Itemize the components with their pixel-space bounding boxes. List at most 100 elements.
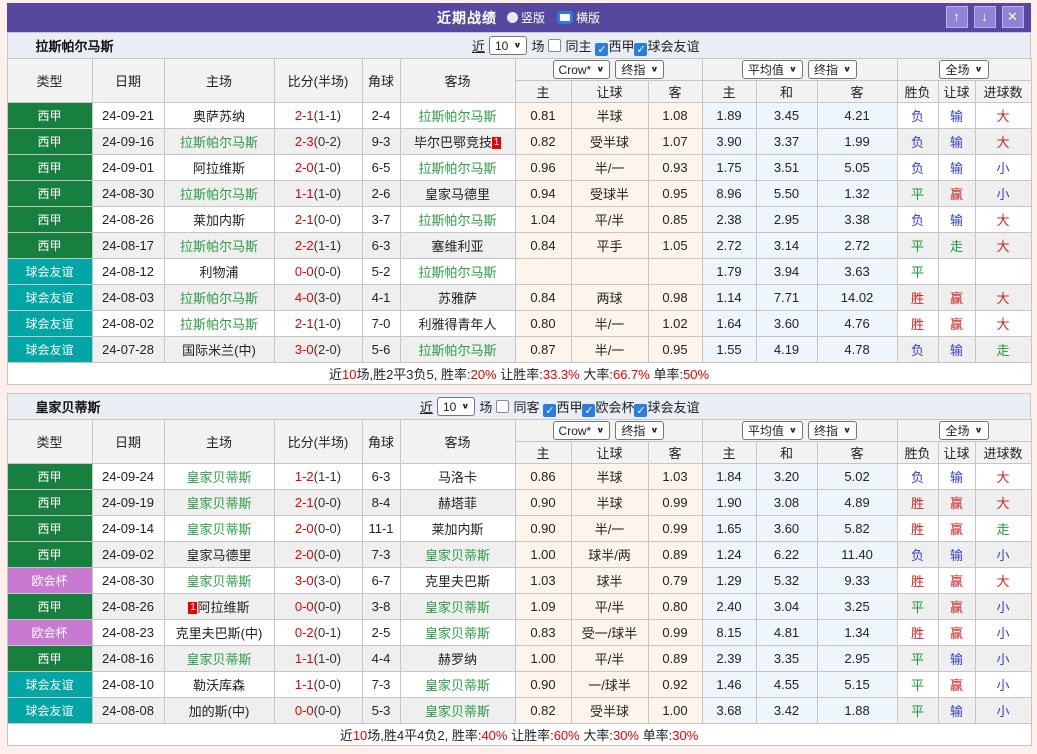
league-label: 西甲 xyxy=(608,39,634,54)
radio-selected-icon[interactable] xyxy=(557,11,573,24)
summary-text: 近10场,胜4平4负2, 胜率:40% 让胜率:60% 大率:30% 单率:30… xyxy=(7,724,1031,746)
result-goals-cell: 大 xyxy=(975,233,1031,259)
match-row: 球会友谊24-08-02拉斯帕尔马斯2-1(1-0)7-0利雅得青年人0.80半… xyxy=(7,311,1031,337)
same-venue-checkbox[interactable] xyxy=(548,39,561,52)
near-link[interactable]: 近 xyxy=(420,397,433,416)
result-handicap-cell: 输 xyxy=(938,698,975,724)
home-team-cell: 皇家马德里 xyxy=(164,542,274,568)
avg-select[interactable]: 平均值∨ xyxy=(742,421,803,440)
home-team-cell: 拉斯帕尔马斯 xyxy=(164,233,274,259)
avg-away-odds: 2.95 xyxy=(817,646,897,672)
handicap-away-odds: 1.08 xyxy=(648,103,702,129)
corner-cell: 9-3 xyxy=(362,129,400,155)
league-checkbox-西甲[interactable]: ✓ xyxy=(543,404,556,417)
filter-controls: 近 10∨ 场 同客 ✓西甲✓欧会杯✓球会友谊 xyxy=(420,397,700,417)
result-goals-cell: 大 xyxy=(975,207,1031,233)
avg-draw-odds: 3.42 xyxy=(756,698,817,724)
same-venue-label: 同主 xyxy=(565,36,591,55)
col-odds-away: 客 xyxy=(648,81,702,103)
odds-final-select[interactable]: 终指∨ xyxy=(615,421,664,440)
move-down-button[interactable]: ↓ xyxy=(974,6,996,28)
match-type-cell: 西甲 xyxy=(7,155,92,181)
handicap-away-odds: 0.98 xyxy=(648,285,702,311)
chevron-down-icon: ∨ xyxy=(461,402,469,411)
results-table: 类型 日期 主场 比分(半场) 角球 客场 Crow*∨ 终指∨ 平均值 xyxy=(7,58,1032,385)
score-cell: 2-3(0-2) xyxy=(274,129,362,155)
avg-draw-odds: 4.55 xyxy=(756,672,817,698)
league-checkbox-欧会杯[interactable]: ✓ xyxy=(582,404,595,417)
away-team-cell: 拉斯帕尔马斯 xyxy=(400,103,515,129)
score-cell: 2-2(1-1) xyxy=(274,233,362,259)
result-handicap-cell: 输 xyxy=(938,129,975,155)
handicap-away-odds: 0.95 xyxy=(648,181,702,207)
radio-vertical-layout[interactable]: 竖版 xyxy=(507,9,545,26)
date-cell: 24-08-03 xyxy=(92,285,164,311)
league-checkbox-西甲[interactable]: ✓ xyxy=(595,43,608,56)
result-goals-cell: 大 xyxy=(975,129,1031,155)
avg-draw-odds: 5.32 xyxy=(756,568,817,594)
handicap-line: 平/半 xyxy=(571,594,648,620)
handicap-home-odds: 0.90 xyxy=(515,490,571,516)
avg-home-odds: 1.89 xyxy=(702,103,756,129)
handicap-line: 平/半 xyxy=(571,646,648,672)
league-label: 欧会杯 xyxy=(595,400,634,415)
match-row: 欧会杯24-08-30皇家贝蒂斯3-0(3-0)6-7克里夫巴斯1.03球半0.… xyxy=(7,568,1031,594)
chevron-down-icon: ∨ xyxy=(843,65,851,74)
home-team-cell: 皇家贝蒂斯 xyxy=(164,646,274,672)
handicap-away-odds: 0.99 xyxy=(648,490,702,516)
handicap-line: 平手 xyxy=(571,233,648,259)
result-handicap-cell: 赢 xyxy=(938,311,975,337)
result-goals-cell: 大 xyxy=(975,103,1031,129)
league-checkbox-球会友谊[interactable]: ✓ xyxy=(634,43,647,56)
avg-draw-odds: 3.04 xyxy=(756,594,817,620)
move-up-button[interactable]: ↑ xyxy=(946,6,968,28)
avg-home-odds: 1.46 xyxy=(702,672,756,698)
league-label: 球会友谊 xyxy=(647,39,699,54)
corner-cell: 7-3 xyxy=(362,542,400,568)
avg-away-odds: 1.32 xyxy=(817,181,897,207)
col-goals: 进球数 xyxy=(975,442,1031,464)
handicap-line: 受半球 xyxy=(571,129,648,155)
away-team-cell: 克里夫巴斯 xyxy=(400,568,515,594)
score-cell: 3-0(3-0) xyxy=(274,568,362,594)
handicap-away-odds: 0.89 xyxy=(648,646,702,672)
away-team-cell: 皇家贝蒂斯 xyxy=(400,594,515,620)
avg-final-select[interactable]: 终指∨ xyxy=(808,421,857,440)
odds-final-select[interactable]: 终指∨ xyxy=(615,60,664,79)
same-venue-checkbox[interactable] xyxy=(496,400,509,413)
scope-select[interactable]: 全场∨ xyxy=(939,60,988,79)
handicap-home-odds: 0.90 xyxy=(515,516,571,542)
radio-icon[interactable] xyxy=(507,12,518,23)
date-cell: 24-07-28 xyxy=(92,337,164,363)
handicap-away-odds: 0.95 xyxy=(648,337,702,363)
radio-horizontal-layout[interactable]: 横版 xyxy=(557,9,600,26)
avg-home-odds: 2.72 xyxy=(702,233,756,259)
scope-select[interactable]: 全场∨ xyxy=(939,421,988,440)
score-cell: 4-0(3-0) xyxy=(274,285,362,311)
score-cell: 0-0(0-0) xyxy=(274,698,362,724)
handicap-home-odds: 0.90 xyxy=(515,672,571,698)
avg-final-select[interactable]: 终指∨ xyxy=(808,60,857,79)
corner-cell: 5-2 xyxy=(362,259,400,285)
match-count-select[interactable]: 10∨ xyxy=(437,397,475,416)
avg-draw-odds: 3.45 xyxy=(756,103,817,129)
avg-draw-odds: 2.95 xyxy=(756,207,817,233)
odds-source-select[interactable]: Crow*∨ xyxy=(553,60,611,79)
league-checkbox-球会友谊[interactable]: ✓ xyxy=(634,404,647,417)
match-count-select[interactable]: 10∨ xyxy=(489,36,527,55)
result-wdl-cell: 负 xyxy=(897,103,938,129)
chevron-down-icon: ∨ xyxy=(596,65,604,74)
match-type-cell: 西甲 xyxy=(7,181,92,207)
red-card-icon: 1 xyxy=(492,137,501,149)
away-team-cell: 拉斯帕尔马斯 xyxy=(400,207,515,233)
avg-select[interactable]: 平均值∨ xyxy=(742,60,803,79)
date-cell: 24-08-12 xyxy=(92,259,164,285)
score-cell: 2-1(1-0) xyxy=(274,311,362,337)
result-goals-cell: 大 xyxy=(975,285,1031,311)
result-handicap-cell: 赢 xyxy=(938,516,975,542)
avg-away-odds: 11.40 xyxy=(817,542,897,568)
near-link[interactable]: 近 xyxy=(472,36,485,55)
odds-source-select[interactable]: Crow*∨ xyxy=(553,421,611,440)
close-button[interactable]: ✕ xyxy=(1002,6,1024,28)
date-cell: 24-09-01 xyxy=(92,155,164,181)
